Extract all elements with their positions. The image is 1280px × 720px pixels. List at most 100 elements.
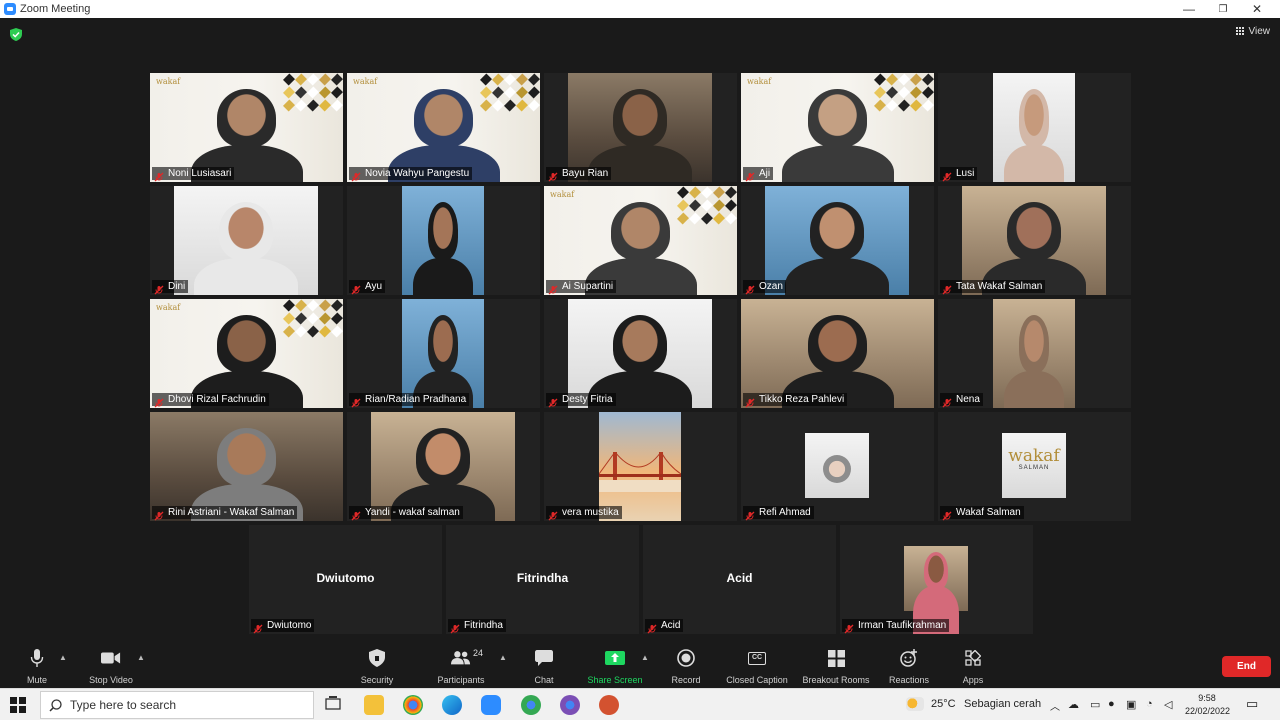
participant-video: [598, 412, 682, 521]
participant-tile[interactable]: Ayu: [347, 186, 540, 295]
participant-name: Ai Supartini: [562, 281, 614, 292]
participant-silhouette: [923, 552, 949, 590]
mic-muted-icon: [745, 508, 755, 520]
chrome-icon[interactable]: [403, 695, 423, 715]
participant-tile[interactable]: Rian/Radian Pradhana: [347, 299, 540, 408]
mic-muted-icon: [154, 169, 164, 181]
participant-silhouette: [809, 202, 865, 260]
participant-silhouette: [808, 315, 867, 373]
minimize-button[interactable]: —: [1172, 0, 1206, 18]
participant-silhouette: [217, 89, 276, 147]
participants-label: Participants: [437, 675, 485, 685]
task-view-icon[interactable]: [324, 695, 344, 715]
mic-muted-icon: [942, 282, 952, 294]
participant-tile[interactable]: Bayu Rian: [544, 73, 737, 182]
zoom-app-icon: [4, 3, 16, 15]
participant-video: [904, 546, 968, 634]
shield-icon[interactable]: [10, 28, 22, 41]
participant-name-bar: Ozan: [743, 280, 786, 294]
participant-tile[interactable]: Refi Ahmad: [741, 412, 934, 521]
closed-caption-label: Closed Caption: [726, 675, 788, 685]
taskbar-search-input[interactable]: Type here to search: [40, 691, 314, 719]
powerpoint-icon[interactable]: [599, 695, 619, 715]
record-button[interactable]: Record: [646, 648, 726, 685]
chevron-up-icon[interactable]: ︿: [1050, 698, 1060, 713]
participant-tile[interactable]: Irman Taufikrahman: [840, 525, 1033, 634]
microphone-tray-icon[interactable]: ●: [1108, 698, 1115, 710]
closed-caption-button[interactable]: CC Closed Caption: [717, 648, 797, 685]
battery-icon[interactable]: ▭: [1090, 698, 1100, 711]
participant-video: [962, 186, 1106, 295]
participant-tile[interactable]: wakaf Ai Supartini: [544, 186, 737, 295]
apps-button[interactable]: Apps: [933, 648, 1013, 685]
participant-tile[interactable]: wakaf Aji: [741, 73, 934, 182]
participant-tile[interactable]: wakaf SALMAN Wakaf Salman: [938, 412, 1131, 521]
wakaf-logo-text: wakaf: [1008, 446, 1060, 466]
participant-name: Nena: [956, 394, 980, 405]
participant-tile[interactable]: Rini Astriani - Wakaf Salman: [150, 412, 343, 521]
participant-tile[interactable]: Desty Fitria: [544, 299, 737, 408]
participant-tile[interactable]: wakaf Novia Wahyu Pangestu: [347, 73, 540, 182]
zoom-taskbar-icon[interactable]: [481, 695, 501, 715]
chat-button[interactable]: Chat: [504, 648, 584, 685]
mic-muted-icon: [942, 395, 952, 407]
speaker-icon[interactable]: ◁: [1164, 698, 1172, 711]
security-button[interactable]: Security: [337, 648, 417, 685]
participant-video: [402, 299, 484, 408]
participant-name-bar: Nena: [940, 393, 983, 407]
participant-silhouette: [414, 89, 473, 147]
participant-name-bar: Noni Lusiasari: [152, 167, 235, 181]
close-button[interactable]: ✕: [1240, 0, 1274, 18]
chrome-profile-2-icon[interactable]: [560, 695, 580, 715]
participant-tile[interactable]: wakaf Dhovi Rizal Fachrudin: [150, 299, 343, 408]
breakout-rooms-button[interactable]: Breakout Rooms: [796, 648, 876, 685]
participant-tile[interactable]: Dwiutomo Dwiutomo: [249, 525, 442, 634]
participant-name: Rian/Radian Pradhana: [365, 394, 467, 405]
participant-name-bar: Acid: [645, 619, 684, 633]
participant-tile[interactable]: wakaf Noni Lusiasari: [150, 73, 343, 182]
participant-video: [568, 73, 712, 182]
participant-tile[interactable]: Lusi: [938, 73, 1131, 182]
maximize-button[interactable]: ❐: [1206, 0, 1240, 18]
view-button[interactable]: View: [1235, 26, 1270, 37]
mic-muted-icon: [351, 169, 361, 181]
participant-video: wakaf: [741, 73, 934, 182]
participant-tile[interactable]: Fitrindha Fitrindha: [446, 525, 639, 634]
participant-name: Lusi: [956, 168, 975, 179]
participant-silhouette: [1018, 89, 1050, 147]
file-explorer-icon[interactable]: [364, 695, 384, 715]
participant-name-bar: Refi Ahmad: [743, 506, 814, 520]
chrome-profile-icon[interactable]: [521, 695, 541, 715]
participant-tile[interactable]: Tata Wakaf Salman: [938, 186, 1131, 295]
meet-now-icon[interactable]: ▣: [1126, 698, 1136, 711]
mic-muted-icon: [844, 621, 854, 633]
participant-tile[interactable]: Acid Acid: [643, 525, 836, 634]
video-options-caret-icon[interactable]: ▲: [137, 653, 145, 662]
wifi-icon[interactable]: ◔: [1146, 698, 1153, 710]
participant-tile[interactable]: Nena: [938, 299, 1131, 408]
wakaf-pattern-graphic: [873, 73, 934, 113]
camera-icon: [101, 648, 121, 668]
notifications-icon[interactable]: ▭: [1246, 696, 1258, 712]
record-label: Record: [671, 675, 701, 685]
participant-name: Rini Astriani - Wakaf Salman: [168, 507, 295, 518]
participant-name-bar: Tikko Reza Pahlevi: [743, 393, 848, 407]
participant-tile[interactable]: Tikko Reza Pahlevi: [741, 299, 934, 408]
windows-start-icon[interactable]: [10, 697, 26, 713]
participant-name: Fitrindha: [464, 620, 503, 631]
participant-tile[interactable]: vera mustika: [544, 412, 737, 521]
wakaf-small-logo: wakaf: [156, 77, 181, 86]
participant-tile[interactable]: Ozan: [741, 186, 934, 295]
participant-tile[interactable]: Yandi - wakaf salman: [347, 412, 540, 521]
edge-icon[interactable]: [442, 695, 462, 715]
participant-name-bar: Ai Supartini: [546, 280, 617, 294]
taskbar-clock[interactable]: 9:58 22/02/2022: [1185, 692, 1230, 718]
participant-name: Tikko Reza Pahlevi: [759, 394, 845, 405]
participant-name-bar: Bayu Rian: [546, 167, 612, 181]
mute-options-caret-icon[interactable]: ▲: [59, 653, 67, 662]
end-meeting-button[interactable]: End: [1222, 656, 1271, 677]
participant-tile[interactable]: Dini: [150, 186, 343, 295]
participants-button[interactable]: 24 Participants: [421, 648, 501, 685]
cloud-icon[interactable]: ☁: [1068, 698, 1079, 711]
mic-muted-icon: [154, 282, 164, 294]
